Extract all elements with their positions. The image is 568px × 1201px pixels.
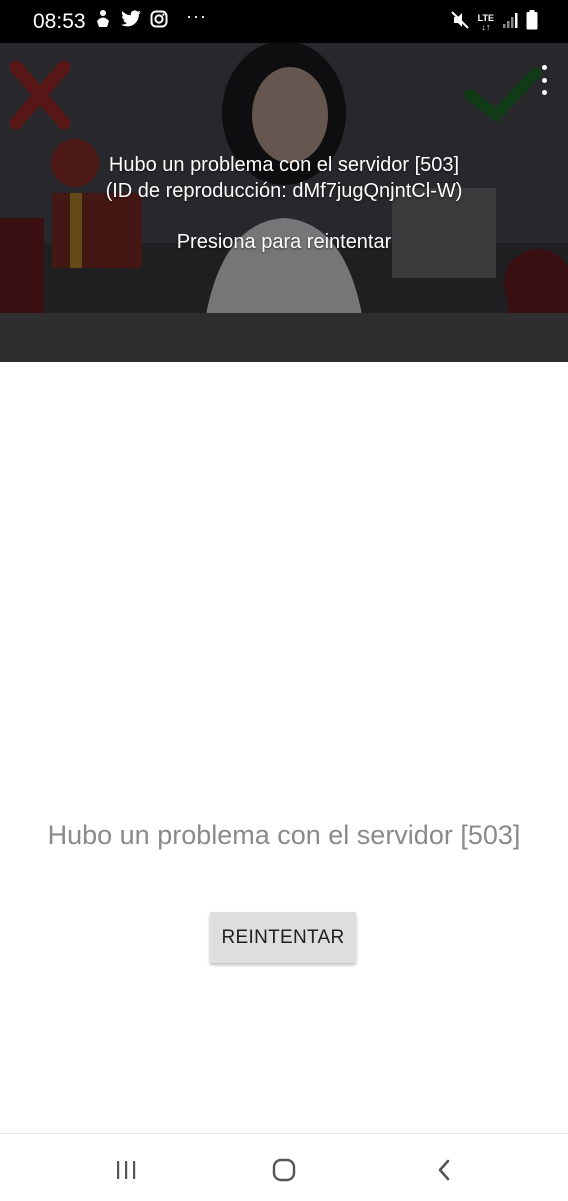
recents-icon[interactable] <box>106 1154 146 1186</box>
player-error-title: Hubo un problema con el servidor [503] <box>108 154 460 176</box>
status-time: 08:53 <box>33 10 86 33</box>
main-error-message: Hubo un problema con el servidor [503] <box>47 820 521 850</box>
lte-icon: LTE ↓↑ <box>477 12 494 32</box>
video-player[interactable]: Hubo un problema con el servidor [503] (… <box>0 43 568 362</box>
status-bar: 08:53 ··· LTE ↓↑ <box>0 0 568 43</box>
mute-icon <box>450 10 470 35</box>
overflow-menu-icon[interactable] <box>534 65 554 95</box>
player-retry-prompt[interactable]: Presiona para reintentar <box>0 231 568 254</box>
twitter-icon <box>120 10 142 28</box>
back-icon[interactable] <box>424 1154 464 1186</box>
signal-icon <box>502 11 518 34</box>
navigation-bar <box>0 1133 568 1201</box>
notification-icon <box>94 9 112 29</box>
more-notifications-icon: ··· <box>186 5 207 26</box>
player-error-id: (ID de reproducción: dMf7jugQnjntCl-W) <box>105 180 463 202</box>
battery-icon <box>526 10 538 35</box>
instagram-icon <box>150 10 168 28</box>
home-icon[interactable] <box>264 1154 304 1186</box>
retry-button[interactable]: REINTENTAR <box>210 912 356 963</box>
